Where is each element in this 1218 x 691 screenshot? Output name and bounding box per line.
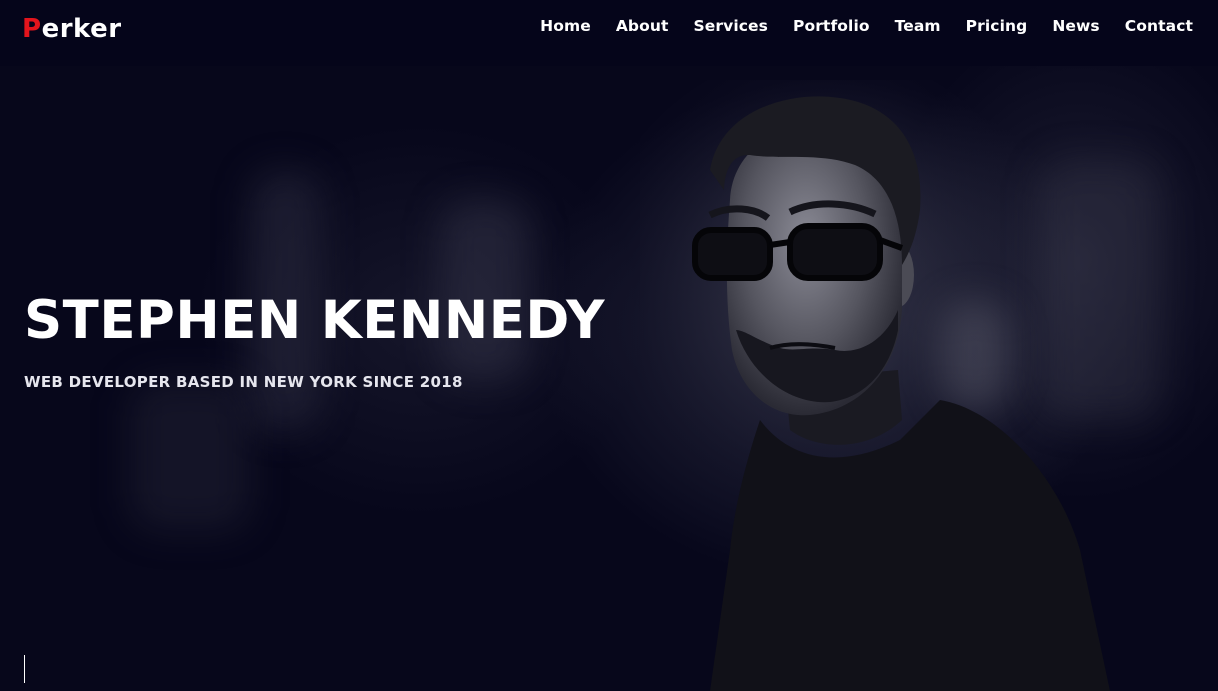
blurred-background-shape <box>130 380 250 530</box>
nav-item-home: Home <box>515 14 591 38</box>
nav-item-services: Services <box>669 14 768 38</box>
page: Perker Home About Services Portfolio Tea… <box>0 0 1218 691</box>
main-nav: Home About Services Portfolio Team Prici… <box>515 14 1193 38</box>
nav-item-contact: Contact <box>1100 14 1193 38</box>
nav-link-news[interactable]: News <box>1052 14 1099 38</box>
nav-item-portfolio: Portfolio <box>768 14 870 38</box>
site-header: Perker Home About Services Portfolio Tea… <box>0 0 1218 66</box>
nav-link-home[interactable]: Home <box>540 14 591 38</box>
nav-link-about[interactable]: About <box>616 14 669 38</box>
brand-logo[interactable]: Perker <box>22 12 122 46</box>
hero-title: STEPHEN KENNEDY <box>24 290 605 351</box>
nav-link-portfolio[interactable]: Portfolio <box>793 14 870 38</box>
nav-item-pricing: Pricing <box>941 14 1028 38</box>
nav-item-about: About <box>591 14 669 38</box>
portrait-image <box>640 80 1110 691</box>
nav-item-news: News <box>1027 14 1099 38</box>
nav-link-team[interactable]: Team <box>895 14 941 38</box>
nav-link-services[interactable]: Services <box>694 14 768 38</box>
nav-item-team: Team <box>870 14 941 38</box>
logo-first-letter: P <box>22 14 42 44</box>
hero-subtitle: WEB DEVELOPER BASED IN NEW YORK SINCE 20… <box>24 373 463 391</box>
nav-link-pricing[interactable]: Pricing <box>966 14 1028 38</box>
scroll-indicator[interactable] <box>24 655 25 683</box>
logo-rest: erker <box>41 14 122 44</box>
nav-link-contact[interactable]: Contact <box>1125 14 1193 38</box>
